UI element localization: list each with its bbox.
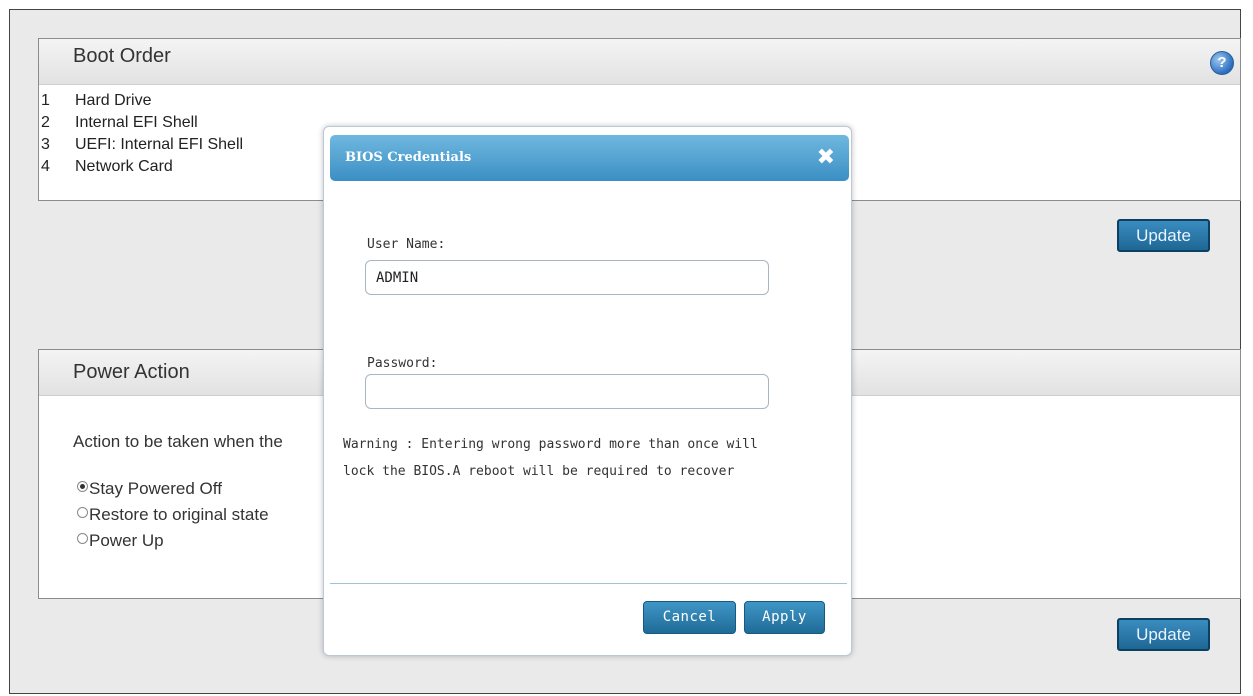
boot-order-header: Boot Order — [39, 39, 1240, 85]
dialog-title: BIOS Credentials — [345, 150, 472, 165]
boot-order-update-button[interactable]: Update — [1117, 219, 1210, 252]
close-icon[interactable]: ✖ — [817, 135, 835, 181]
boot-item-number: 1 — [41, 92, 50, 109]
username-input[interactable] — [365, 260, 769, 295]
boot-item-name: Internal EFI Shell — [75, 114, 198, 131]
warning-line: lock the BIOS.A reboot will be required … — [343, 464, 735, 479]
radio-label: Restore to original state — [89, 505, 269, 524]
radio-label: Stay Powered Off — [89, 479, 222, 498]
radio-stay-powered-off[interactable]: Stay Powered Off — [77, 479, 222, 499]
bios-credentials-dialog: BIOS Credentials ✖ User Name: Password: … — [323, 126, 852, 656]
warning-message: Warning : Entering wrong password more t… — [343, 431, 843, 485]
boot-item-number: 3 — [41, 136, 50, 153]
dialog-divider — [330, 583, 847, 584]
power-action-update-button[interactable]: Update — [1117, 618, 1210, 651]
cancel-button[interactable]: Cancel — [643, 601, 736, 634]
power-action-description: Action to be taken when the — [73, 432, 283, 451]
boot-item-name: UEFI: Internal EFI Shell — [75, 136, 244, 153]
radio-button-icon[interactable] — [77, 533, 88, 544]
radio-label: Power Up — [89, 531, 164, 550]
boot-order-title: Boot Order — [73, 45, 171, 67]
radio-power-up[interactable]: Power Up — [77, 531, 164, 551]
password-label: Password: — [367, 356, 438, 371]
dialog-header: BIOS Credentials ✖ — [330, 135, 849, 181]
power-action-title: Power Action — [73, 361, 190, 383]
apply-button[interactable]: Apply — [744, 601, 825, 634]
radio-button-icon[interactable] — [77, 507, 88, 518]
password-input[interactable] — [365, 374, 769, 409]
username-label: User Name: — [367, 237, 446, 252]
boot-item-name: Hard Drive — [75, 92, 152, 109]
boot-item-number: 4 — [41, 158, 50, 175]
boot-item-name: Network Card — [75, 158, 173, 175]
warning-line: Warning : Entering wrong password more t… — [343, 437, 758, 452]
radio-restore-original-state[interactable]: Restore to original state — [77, 505, 269, 525]
radio-button-checked-icon[interactable] — [77, 481, 88, 492]
boot-item-number: 2 — [41, 114, 50, 131]
question-mark-icon[interactable]: ? — [1210, 51, 1234, 75]
